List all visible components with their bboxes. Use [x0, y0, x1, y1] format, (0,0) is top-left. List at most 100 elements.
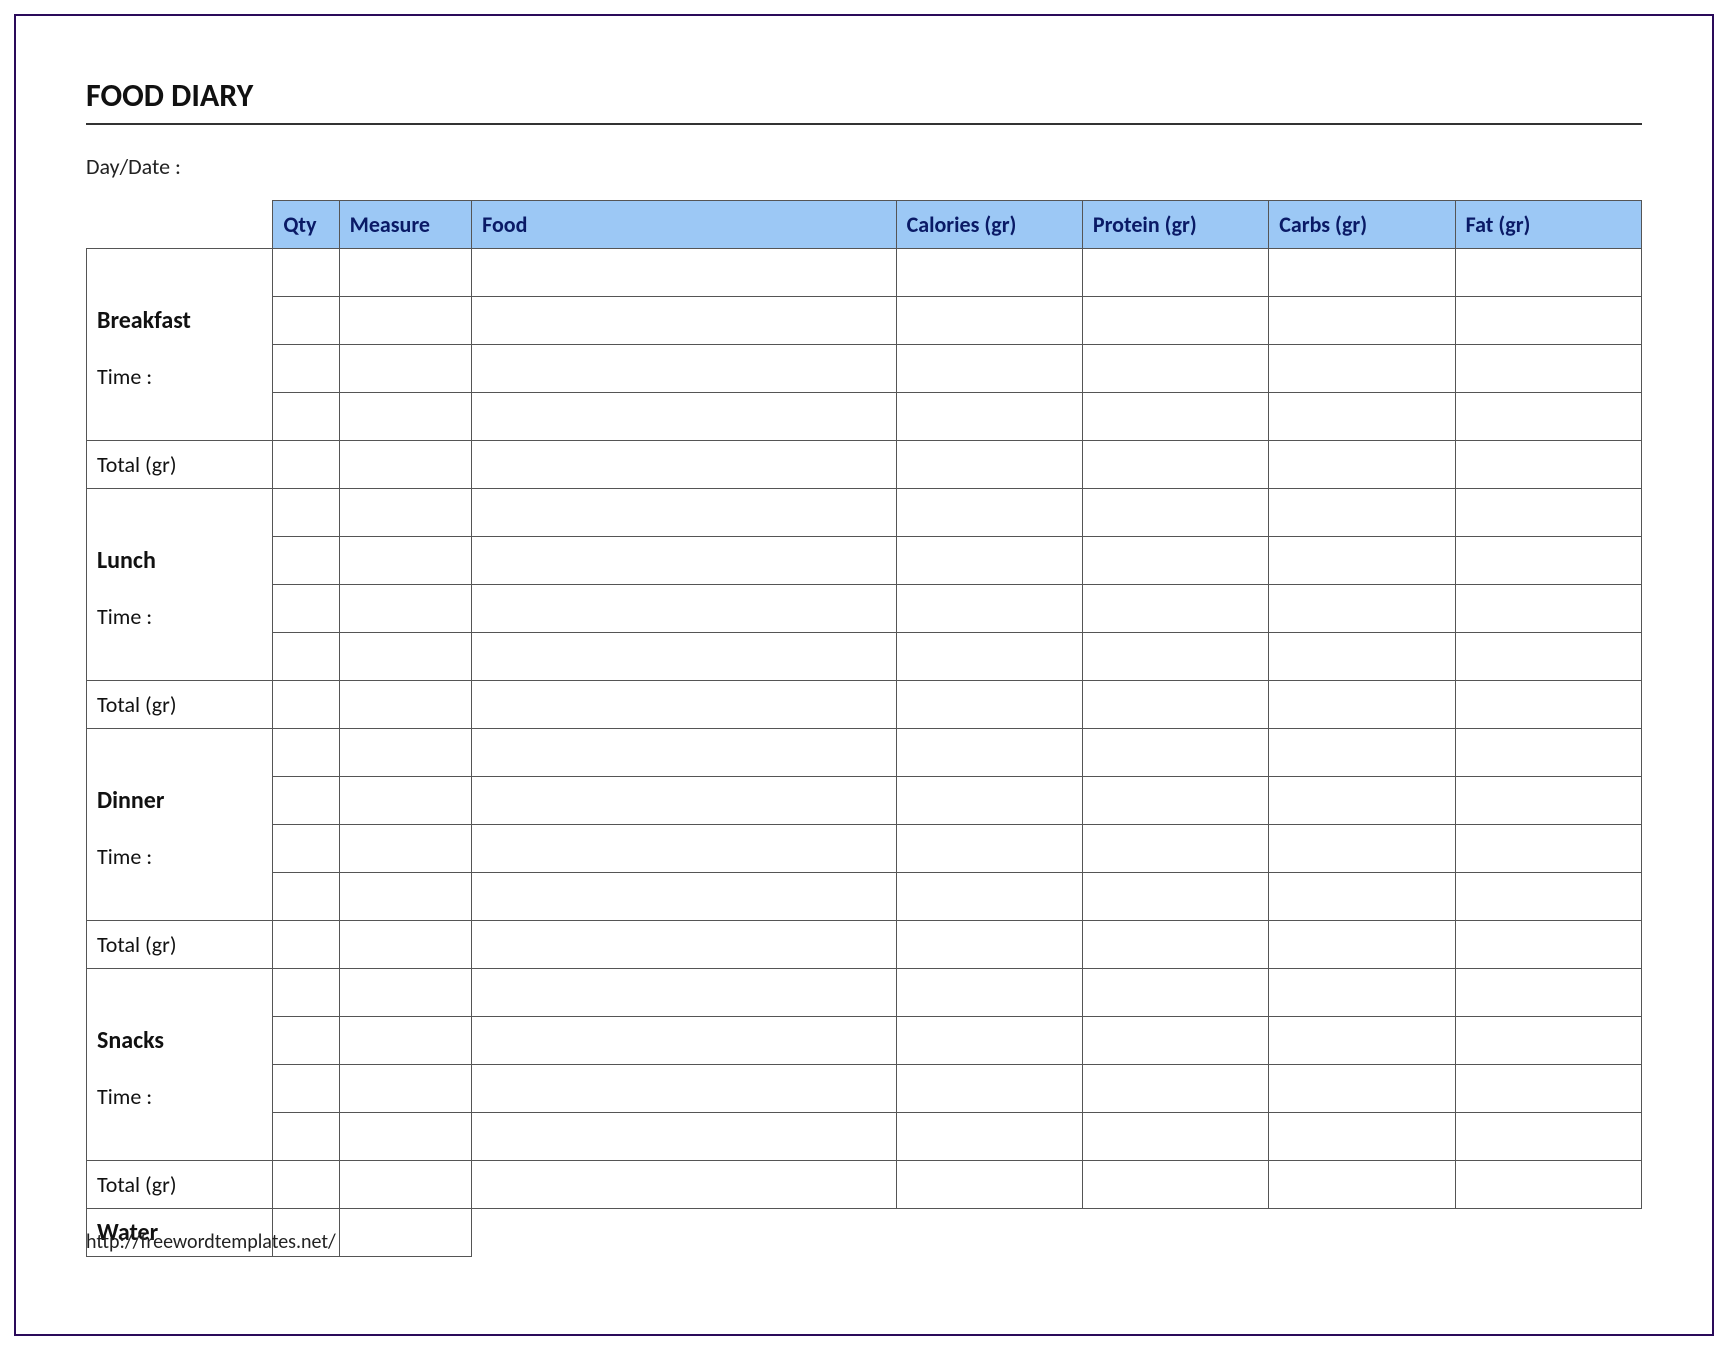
- cell[interactable]: [1455, 585, 1641, 633]
- cell[interactable]: [896, 297, 1082, 345]
- cell[interactable]: [339, 441, 472, 489]
- cell[interactable]: [273, 777, 339, 825]
- cell[interactable]: [1269, 585, 1455, 633]
- cell[interactable]: [1082, 729, 1268, 777]
- cell[interactable]: [1082, 921, 1268, 969]
- cell[interactable]: [273, 393, 339, 441]
- cell[interactable]: [472, 1065, 896, 1113]
- cell[interactable]: [1082, 1113, 1268, 1161]
- cell[interactable]: [339, 537, 472, 585]
- cell[interactable]: [896, 681, 1082, 729]
- cell[interactable]: [472, 489, 896, 537]
- cell[interactable]: [339, 873, 472, 921]
- cell[interactable]: [1082, 1065, 1268, 1113]
- cell[interactable]: [339, 825, 472, 873]
- cell[interactable]: [896, 1161, 1082, 1209]
- cell[interactable]: [896, 729, 1082, 777]
- cell[interactable]: [1269, 345, 1455, 393]
- cell[interactable]: [1269, 681, 1455, 729]
- cell[interactable]: [339, 729, 472, 777]
- cell[interactable]: [896, 1113, 1082, 1161]
- cell[interactable]: [472, 537, 896, 585]
- cell[interactable]: [1455, 825, 1641, 873]
- cell[interactable]: [273, 537, 339, 585]
- cell[interactable]: [1455, 393, 1641, 441]
- cell[interactable]: [1455, 441, 1641, 489]
- cell[interactable]: [1082, 249, 1268, 297]
- cell[interactable]: [1455, 345, 1641, 393]
- cell[interactable]: [1082, 537, 1268, 585]
- cell[interactable]: [472, 1113, 896, 1161]
- cell[interactable]: [472, 585, 896, 633]
- cell[interactable]: [1269, 1113, 1455, 1161]
- cell[interactable]: [472, 345, 896, 393]
- cell[interactable]: [339, 633, 472, 681]
- cell[interactable]: [472, 777, 896, 825]
- cell[interactable]: [273, 1065, 339, 1113]
- cell[interactable]: [339, 1017, 472, 1065]
- cell[interactable]: [339, 777, 472, 825]
- cell[interactable]: [273, 1113, 339, 1161]
- cell[interactable]: [1455, 1113, 1641, 1161]
- cell[interactable]: [1082, 777, 1268, 825]
- cell[interactable]: [339, 345, 472, 393]
- cell[interactable]: [1269, 1017, 1455, 1065]
- cell[interactable]: [1269, 537, 1455, 585]
- cell[interactable]: [1082, 633, 1268, 681]
- cell[interactable]: [472, 297, 896, 345]
- cell[interactable]: [1455, 873, 1641, 921]
- cell[interactable]: [1269, 969, 1455, 1017]
- cell[interactable]: [273, 297, 339, 345]
- cell[interactable]: [339, 681, 472, 729]
- cell[interactable]: [472, 825, 896, 873]
- cell[interactable]: [896, 393, 1082, 441]
- cell[interactable]: [1269, 489, 1455, 537]
- cell[interactable]: [339, 969, 472, 1017]
- cell[interactable]: [896, 825, 1082, 873]
- cell[interactable]: [472, 249, 896, 297]
- cell[interactable]: [1269, 729, 1455, 777]
- cell[interactable]: [1082, 585, 1268, 633]
- cell[interactable]: [273, 681, 339, 729]
- cell[interactable]: [273, 441, 339, 489]
- cell[interactable]: [273, 873, 339, 921]
- cell[interactable]: [896, 441, 1082, 489]
- cell[interactable]: [273, 1017, 339, 1065]
- cell[interactable]: [1269, 393, 1455, 441]
- cell[interactable]: [339, 585, 472, 633]
- cell[interactable]: [1269, 249, 1455, 297]
- cell[interactable]: [1269, 777, 1455, 825]
- cell[interactable]: [1082, 1017, 1268, 1065]
- cell[interactable]: [1082, 393, 1268, 441]
- cell[interactable]: [339, 489, 472, 537]
- cell[interactable]: [273, 969, 339, 1017]
- cell[interactable]: [339, 1209, 472, 1257]
- cell[interactable]: [1082, 441, 1268, 489]
- cell[interactable]: [273, 1161, 339, 1209]
- cell[interactable]: [1455, 921, 1641, 969]
- cell[interactable]: [896, 969, 1082, 1017]
- cell[interactable]: [1269, 1161, 1455, 1209]
- cell[interactable]: [1269, 633, 1455, 681]
- cell[interactable]: [896, 345, 1082, 393]
- cell[interactable]: [472, 1017, 896, 1065]
- cell[interactable]: [896, 489, 1082, 537]
- cell[interactable]: [1455, 1017, 1641, 1065]
- cell[interactable]: [273, 825, 339, 873]
- cell[interactable]: [472, 729, 896, 777]
- cell[interactable]: [472, 393, 896, 441]
- cell[interactable]: [472, 969, 896, 1017]
- cell[interactable]: [339, 297, 472, 345]
- cell[interactable]: [1455, 297, 1641, 345]
- cell[interactable]: [896, 1065, 1082, 1113]
- cell[interactable]: [1269, 1065, 1455, 1113]
- cell[interactable]: [896, 1017, 1082, 1065]
- cell[interactable]: [339, 1161, 472, 1209]
- cell[interactable]: [339, 921, 472, 969]
- cell[interactable]: [273, 345, 339, 393]
- cell[interactable]: [896, 585, 1082, 633]
- cell[interactable]: [1455, 633, 1641, 681]
- cell[interactable]: [896, 921, 1082, 969]
- cell[interactable]: [1082, 681, 1268, 729]
- cell[interactable]: [472, 441, 896, 489]
